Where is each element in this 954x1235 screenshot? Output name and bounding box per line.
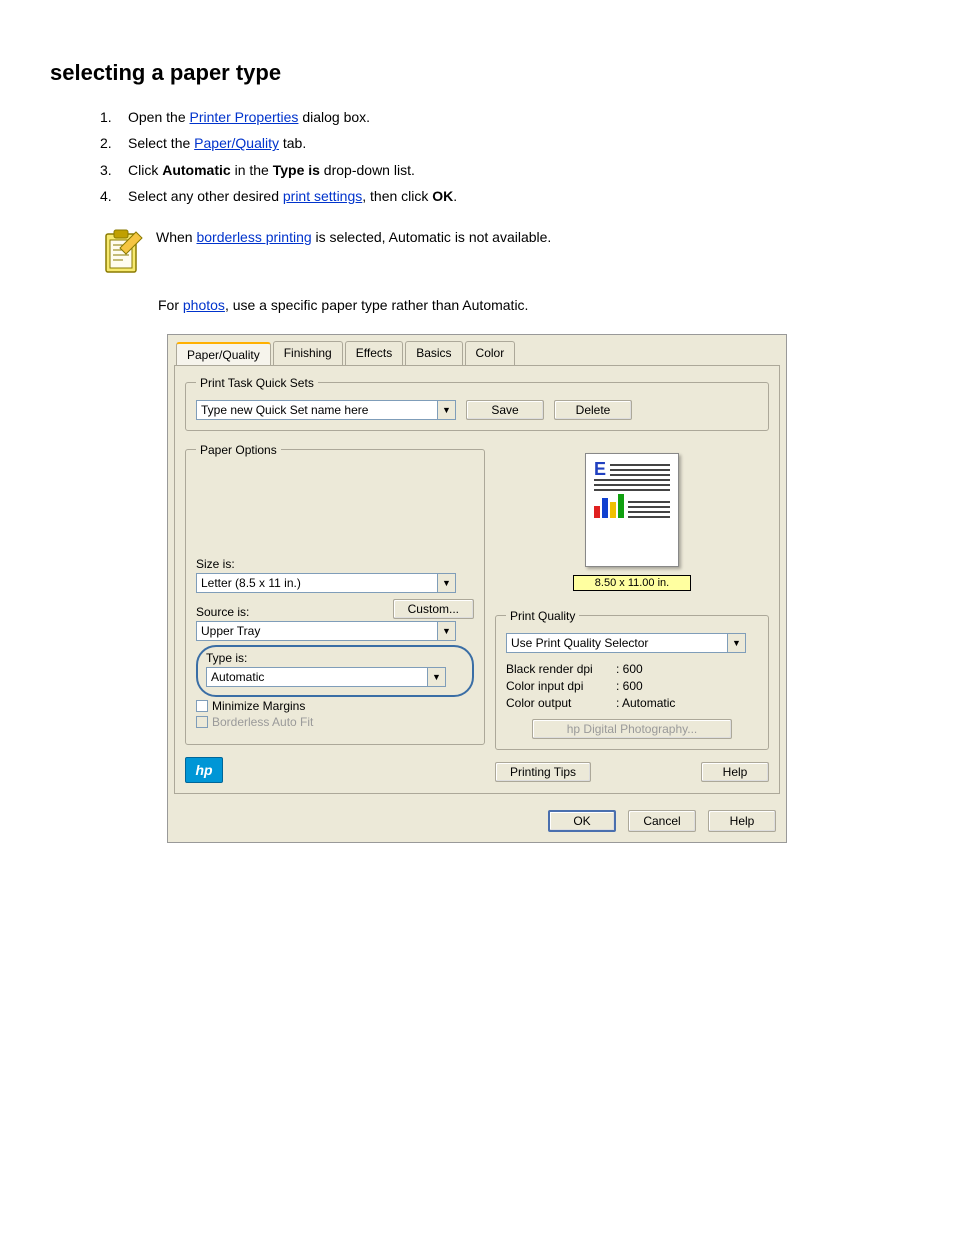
step-text: in the — [231, 162, 273, 178]
link-paper-quality[interactable]: Paper/Quality — [194, 135, 279, 151]
step-text: Select the — [128, 135, 194, 151]
step-number: 3. — [100, 159, 128, 181]
note-line: is selected, Automatic is not available. — [312, 229, 552, 245]
step-bold: Type is — [273, 162, 320, 178]
chevron-down-icon[interactable]: ▼ — [437, 621, 456, 641]
step-text: drop-down list. — [320, 162, 415, 178]
print-quality-value[interactable] — [506, 633, 727, 653]
link-photos[interactable]: photos — [183, 297, 225, 313]
info-key: Color output — [506, 695, 616, 712]
quickset-name-input[interactable] — [196, 400, 437, 420]
delete-button[interactable]: Delete — [554, 400, 632, 420]
hp-logo-icon: hp — [185, 757, 223, 783]
checkbox-icon — [196, 716, 208, 728]
cancel-button[interactable]: Cancel — [628, 810, 696, 832]
page-size-badge: 8.50 x 11.00 in. — [573, 575, 691, 591]
tab-color[interactable]: Color — [465, 341, 516, 365]
info-val: : 600 — [616, 678, 643, 695]
checkbox-label: Borderless Auto Fit — [212, 715, 313, 729]
group-legend: Print Quality — [506, 609, 579, 623]
custom-button[interactable]: Custom... — [393, 599, 474, 619]
print-quality-select[interactable]: ▼ — [506, 633, 746, 653]
link-print-settings[interactable]: print settings — [283, 188, 362, 204]
group-legend: Print Task Quick Sets — [196, 376, 318, 390]
printer-properties-dialog: Paper/Quality Finishing Effects Basics C… — [167, 334, 787, 843]
type-value[interactable] — [206, 667, 427, 687]
hp-digital-photography-button: hp Digital Photography... — [532, 719, 732, 739]
section-title: selecting a paper type — [50, 60, 904, 86]
step-text: tab. — [279, 135, 306, 151]
step-3: 3. Click Automatic in the Type is drop-d… — [100, 159, 904, 181]
size-value[interactable] — [196, 573, 437, 593]
minimize-margins-checkbox[interactable]: Minimize Margins — [196, 699, 474, 713]
chevron-down-icon[interactable]: ▼ — [437, 573, 456, 593]
step-text: . — [453, 188, 457, 204]
save-button[interactable]: Save — [466, 400, 544, 420]
help-button[interactable]: Help — [708, 810, 776, 832]
type-highlight: Type is: ▼ — [196, 645, 474, 697]
printing-tips-button[interactable]: Printing Tips — [495, 762, 591, 782]
tab-panel-paper-quality: Print Task Quick Sets ▼ Save Delete Pape… — [174, 365, 780, 794]
step-1: 1. Open the Printer Properties dialog bo… — [100, 106, 904, 128]
chevron-down-icon[interactable]: ▼ — [727, 633, 746, 653]
link-printer-properties[interactable]: Printer Properties — [190, 109, 299, 125]
note-line-2: For photos, use a specific paper type ra… — [158, 294, 904, 316]
step-number: 2. — [100, 132, 128, 154]
step-text: Open the — [128, 109, 190, 125]
info-val: : 600 — [616, 661, 643, 678]
note-text: When borderless printing is selected, Au… — [156, 226, 904, 276]
tab-effects[interactable]: Effects — [345, 341, 403, 365]
ok-button[interactable]: OK — [548, 810, 616, 832]
size-label: Size is: — [196, 557, 474, 571]
source-label: Source is: — [196, 605, 249, 619]
checkbox-label: Minimize Margins — [212, 699, 305, 713]
clipboard-icon — [100, 226, 146, 276]
info-key: Color input dpi — [506, 678, 616, 695]
step-text: dialog box. — [298, 109, 370, 125]
source-select[interactable]: ▼ — [196, 621, 456, 641]
dialog-button-bar: OK Cancel Help — [168, 800, 786, 842]
step-number: 4. — [100, 185, 128, 207]
type-label: Type is: — [206, 651, 464, 665]
group-print-quality: Print Quality ▼ Black render dpi: 600 Co… — [495, 609, 769, 750]
step-bold: OK — [432, 188, 453, 204]
step-text: Click — [128, 162, 162, 178]
chevron-down-icon[interactable]: ▼ — [437, 400, 456, 420]
print-quality-info: Black render dpi: 600 Color input dpi: 6… — [506, 661, 758, 711]
group-legend: Paper Options — [196, 443, 281, 457]
note-block: When borderless printing is selected, Au… — [100, 226, 904, 276]
help-panel-button[interactable]: Help — [701, 762, 769, 782]
info-val: : Automatic — [616, 695, 675, 712]
quickset-name-combo[interactable]: ▼ — [196, 400, 456, 420]
step-4: 4. Select any other desired print settin… — [100, 185, 904, 207]
tab-paper-quality[interactable]: Paper/Quality — [176, 342, 271, 366]
step-number: 1. — [100, 106, 128, 128]
source-value[interactable] — [196, 621, 437, 641]
group-paper-options: Paper Options Size is: ▼ Source is: Cust… — [185, 443, 485, 745]
page-preview: E — [585, 453, 679, 567]
note-line: For — [158, 297, 183, 313]
tab-finishing[interactable]: Finishing — [273, 341, 343, 365]
step-text: Select any other desired — [128, 188, 283, 204]
note-line: , use a specific paper type rather than … — [225, 297, 529, 313]
tab-strip: Paper/Quality Finishing Effects Basics C… — [168, 335, 786, 365]
chevron-down-icon[interactable]: ▼ — [427, 667, 446, 687]
group-print-task-quick-sets: Print Task Quick Sets ▼ Save Delete — [185, 376, 769, 431]
link-borderless-printing[interactable]: borderless printing — [196, 229, 311, 245]
note-line: When — [156, 229, 196, 245]
preview-letter-icon: E — [594, 462, 606, 476]
chart-bars-icon — [594, 494, 624, 518]
info-key: Black render dpi — [506, 661, 616, 678]
step-bold: Automatic — [162, 162, 230, 178]
tab-basics[interactable]: Basics — [405, 341, 462, 365]
borderless-auto-fit-checkbox: Borderless Auto Fit — [196, 715, 474, 729]
size-select[interactable]: ▼ — [196, 573, 456, 593]
type-select[interactable]: ▼ — [206, 667, 446, 687]
checkbox-icon[interactable] — [196, 700, 208, 712]
step-2: 2. Select the Paper/Quality tab. — [100, 132, 904, 154]
step-text: , then click — [362, 188, 432, 204]
instruction-list: 1. Open the Printer Properties dialog bo… — [100, 106, 904, 208]
